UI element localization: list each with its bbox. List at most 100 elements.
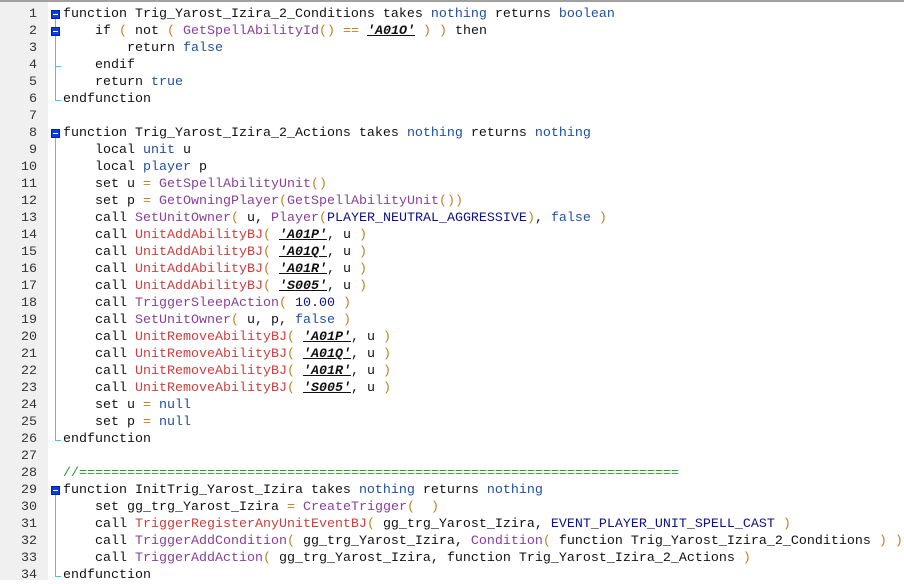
code-line[interactable]: 19 call SetUnitOwner( u, p, false ) <box>0 312 904 329</box>
code-line[interactable]: 24 set u = null <box>0 397 904 414</box>
collapse-icon[interactable] <box>51 10 60 19</box>
token-pl: gg_trg_Yarost_Izira, <box>278 551 447 566</box>
token-kw: returns <box>486 7 559 22</box>
token-op: ( <box>119 24 135 39</box>
code-line[interactable]: 7 <box>0 108 904 125</box>
code-line[interactable]: 31 call TriggerRegisterAnyUnitEventBJ( g… <box>0 516 904 533</box>
collapse-icon[interactable] <box>51 27 60 36</box>
token-ty: nothing <box>534 126 591 141</box>
code-text: endfunction <box>63 91 151 108</box>
code-line[interactable]: 6 endfunction <box>0 91 904 108</box>
token-op: ( <box>278 194 287 209</box>
token-nat: SetUnitOwner <box>134 211 231 226</box>
code-line[interactable]: 15 call UnitAddAbilityBJ( 'A01Q', u ) <box>0 244 904 261</box>
token-op: ( <box>262 245 279 260</box>
code-line[interactable]: 32 call TriggerAddCondition( gg_trg_Yaro… <box>0 533 904 550</box>
code-line[interactable]: 21 call UnitRemoveAbilityBJ( 'A01Q', u ) <box>0 346 904 363</box>
code-text: local unit u <box>63 142 191 159</box>
token-nat: TriggerSleepAction <box>134 296 279 311</box>
code-line[interactable]: 26 endfunction <box>0 431 904 448</box>
token-ty: nothing <box>406 126 463 141</box>
code-line[interactable]: 17 call UnitAddAbilityBJ( 'S005', u ) <box>0 278 904 295</box>
line-number: 24 <box>21 398 37 413</box>
code-line[interactable]: 16 call UnitAddAbilityBJ( 'A01R', u ) <box>0 261 904 278</box>
token-pl: , u <box>350 330 383 345</box>
code-text: set gg_trg_Yarost_Izira = CreateTrigger(… <box>63 499 439 516</box>
token-bj: UnitAddAbilityBJ <box>134 262 263 277</box>
token-kw: local <box>63 160 143 175</box>
code-text: call UnitRemoveAbilityBJ( 'S005', u ) <box>63 380 391 397</box>
code-text: call UnitAddAbilityBJ( 'S005', u ) <box>63 278 367 295</box>
code-line[interactable]: 20 call UnitRemoveAbilityBJ( 'A01P', u ) <box>0 329 904 346</box>
token-nat: TriggerAddCondition <box>134 534 287 549</box>
token-bj: UnitRemoveAbilityBJ <box>134 364 287 379</box>
code-text: call TriggerAddCondition( gg_trg_Yarost_… <box>63 533 903 550</box>
code-line[interactable]: 27 <box>0 448 904 465</box>
token-ty: boolean <box>558 7 615 22</box>
token-bj: UnitAddAbilityBJ <box>134 245 263 260</box>
line-number: 22 <box>21 364 37 379</box>
collapse-icon[interactable] <box>51 129 60 138</box>
code-line[interactable]: 13 call SetUnitOwner( u, Player(PLAYER_N… <box>0 210 904 227</box>
code-line[interactable]: 30 set gg_trg_Yarost_Izira = CreateTrigg… <box>0 499 904 516</box>
code-text: call TriggerAddAction( gg_trg_Yarost_Izi… <box>63 550 751 567</box>
token-str: 'A01O' <box>366 24 415 39</box>
code-line[interactable]: 2 if ( not ( GetSpellAbilityId() == 'A01… <box>0 23 904 40</box>
token-kw: returns <box>414 483 487 498</box>
code-line[interactable]: 11 set u = GetSpellAbilityUnit() <box>0 176 904 193</box>
code-line[interactable]: 28 //====================================… <box>0 465 904 482</box>
collapse-icon[interactable] <box>51 486 60 495</box>
token-ty: player <box>142 160 191 175</box>
code-text: if ( not ( GetSpellAbilityId() == 'A01O'… <box>63 23 487 40</box>
token-pl: , u <box>326 279 359 294</box>
code-line[interactable]: 18 call TriggerSleepAction( 10.00 ) <box>0 295 904 312</box>
code-line[interactable]: 12 set p = GetOwningPlayer(GetSpellAbili… <box>0 193 904 210</box>
token-op: () <box>310 177 327 192</box>
token-pl: gg_trg_Yarost_Izira <box>127 500 287 515</box>
code-line[interactable]: 22 call UnitRemoveAbilityBJ( 'A01R', u ) <box>0 363 904 380</box>
code-text: set u = null <box>63 397 191 414</box>
code-text: call UnitRemoveAbilityBJ( 'A01P', u ) <box>63 329 391 346</box>
code-text: call SetUnitOwner( u, p, false ) <box>63 312 351 329</box>
token-op: ) <box>590 211 607 226</box>
line-number: 23 <box>21 381 37 396</box>
code-line[interactable]: 14 call UnitAddAbilityBJ( 'A01P', u ) <box>0 227 904 244</box>
token-op: ( <box>286 330 303 345</box>
code-line[interactable]: 1 function Trig_Yarost_Izira_2_Conditions… <box>0 6 904 23</box>
token-kw: call <box>63 262 135 277</box>
line-number: 3 <box>29 41 37 56</box>
code-line[interactable]: 9 local unit u <box>0 142 904 159</box>
line-number: 7 <box>29 109 37 124</box>
code-text: //======================================… <box>63 465 679 482</box>
token-op: ) ) <box>878 534 903 549</box>
code-line[interactable]: 8 function Trig_Yarost_Izira_2_Actions ta… <box>0 125 904 142</box>
token-str: 'A01R' <box>302 364 351 379</box>
token-bj: TriggerRegisterAnyUnitEventBJ <box>134 517 367 532</box>
code-line[interactable]: 25 set p = null <box>0 414 904 431</box>
code-line[interactable]: 3 return false <box>0 40 904 57</box>
code-line[interactable]: 10 local player p <box>0 159 904 176</box>
line-number: 20 <box>21 330 37 345</box>
token-op: ( <box>230 313 247 328</box>
code-line[interactable]: 33 call TriggerAddAction( gg_trg_Yarost_… <box>0 550 904 567</box>
token-ty: false <box>550 211 591 226</box>
fold-end-tick <box>55 440 61 441</box>
token-pl: u, p, <box>246 313 295 328</box>
line-number: 13 <box>21 211 37 226</box>
line-number: 15 <box>21 245 37 260</box>
token-str: 'A01Q' <box>278 245 327 260</box>
token-pl: u <box>127 177 143 192</box>
code-line[interactable]: 5 return true <box>0 74 904 91</box>
token-kw: endfunction <box>63 92 151 107</box>
token-ty: null <box>159 398 191 413</box>
code-line[interactable]: 34 endfunction <box>0 567 904 584</box>
token-ty: false <box>294 313 335 328</box>
code-editor[interactable]: 1 function Trig_Yarost_Izira_2_Conditions… <box>0 0 904 583</box>
token-ty: unit <box>142 143 175 158</box>
code-line[interactable]: 29 function InitTrig_Yarost_Izira takes n… <box>0 482 904 499</box>
code-line[interactable]: 23 call UnitRemoveAbilityBJ( 'S005', u ) <box>0 380 904 397</box>
token-cm: //======================================… <box>63 466 679 481</box>
code-text: call UnitAddAbilityBJ( 'A01Q', u ) <box>63 244 367 261</box>
token-str: 'S005' <box>278 279 327 294</box>
code-line[interactable]: 4 endif <box>0 57 904 74</box>
